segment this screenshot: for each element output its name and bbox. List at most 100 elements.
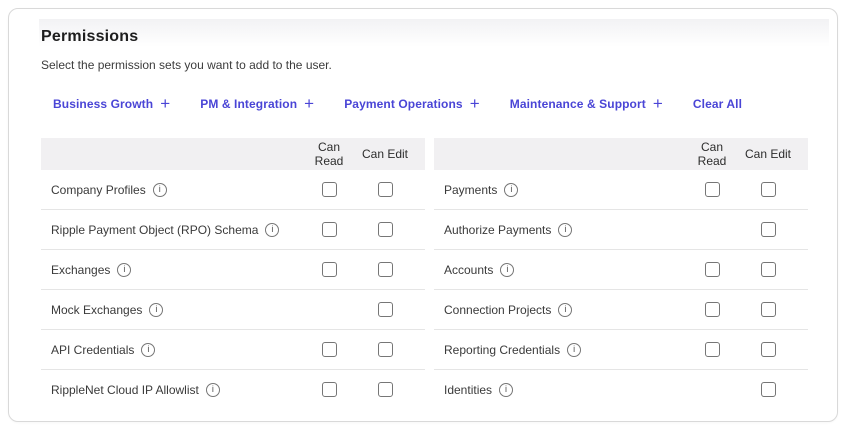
preset-button-pm-integration[interactable]: PM & Integration + [200,96,314,113]
permission-row: Connection Projects i [434,290,808,330]
can-read-checkbox[interactable] [322,222,337,237]
permissions-table-left: Can Read Can Edit Company Profiles i Rip… [41,138,425,409]
permission-label-cell: Connection Projects i [434,303,684,317]
permission-label-cell: Authorize Payments i [434,223,684,237]
clear-all-button[interactable]: Clear All [693,96,742,113]
permission-label-cell: Mock Exchanges i [41,303,301,317]
permission-row: Authorize Payments i [434,210,808,250]
permission-label-cell: Reporting Credentials i [434,343,684,357]
info-icon[interactable]: i [500,263,514,277]
can-edit-checkbox[interactable] [378,302,393,317]
can-edit-cell [740,262,796,277]
preset-button-label: PM & Integration [200,96,297,113]
preset-button-payment-operations[interactable]: Payment Operations + [344,96,480,113]
permission-label: Ripple Payment Object (RPO) Schema [51,223,258,237]
can-read-cell [684,342,740,357]
permission-label-cell: Payments i [434,183,684,197]
info-icon[interactable]: i [558,303,572,317]
can-read-checkbox[interactable] [322,182,337,197]
permission-label-cell: API Credentials i [41,343,301,357]
permission-label-cell: Exchanges i [41,263,301,277]
can-read-checkbox[interactable] [322,262,337,277]
can-edit-cell [357,302,413,317]
can-edit-checkbox[interactable] [761,182,776,197]
info-icon[interactable]: i [206,383,220,397]
can-edit-checkbox[interactable] [378,182,393,197]
can-edit-cell [740,382,796,397]
info-icon[interactable]: i [153,183,167,197]
can-read-cell [684,222,740,237]
can-edit-cell [740,302,796,317]
page-title: Permissions [41,29,837,45]
plus-icon: + [304,98,314,110]
preset-button-business-growth[interactable]: Business Growth + [53,96,170,113]
can-read-checkbox[interactable] [322,382,337,397]
can-read-cell [301,342,357,357]
info-icon[interactable]: i [141,343,155,357]
preset-button-label: Business Growth [53,96,153,113]
info-icon[interactable]: i [265,223,279,237]
permission-label: RippleNet Cloud IP Allowlist [51,383,199,397]
table-header: Can Read Can Edit [41,138,425,170]
can-edit-checkbox[interactable] [378,262,393,277]
can-read-cell [301,262,357,277]
can-edit-header: Can Edit [740,147,796,161]
table-rows: Company Profiles i Ripple Payment Object… [41,170,425,409]
can-read-cell [301,182,357,197]
can-read-checkbox[interactable] [322,342,337,357]
can-read-checkbox[interactable] [705,342,720,357]
can-edit-checkbox[interactable] [378,222,393,237]
can-read-checkbox[interactable] [705,262,720,277]
preset-button-maintenance-support[interactable]: Maintenance & Support + [510,96,663,113]
info-icon[interactable]: i [499,383,513,397]
can-edit-checkbox[interactable] [761,382,776,397]
can-read-checkbox[interactable] [705,302,720,317]
can-edit-cell [740,342,796,357]
can-edit-cell [357,262,413,277]
table-header: Can Read Can Edit [434,138,808,170]
permission-label: Exchanges [51,263,110,277]
can-edit-header: Can Edit [357,147,413,161]
can-edit-checkbox[interactable] [761,302,776,317]
permission-row: Mock Exchanges i [41,290,425,330]
can-read-cell [301,302,357,317]
can-edit-checkbox[interactable] [761,342,776,357]
plus-icon: + [470,98,480,110]
permission-label-cell: Identities i [434,383,684,397]
can-read-checkbox[interactable] [705,182,720,197]
can-read-cell [684,262,740,277]
can-edit-checkbox[interactable] [378,342,393,357]
info-icon[interactable]: i [504,183,518,197]
permission-row: Payments i [434,170,808,210]
permission-label: API Credentials [51,343,134,357]
can-edit-cell [740,182,796,197]
can-edit-checkbox[interactable] [761,222,776,237]
permission-label-cell: Company Profiles i [41,183,301,197]
preset-button-label: Payment Operations [344,96,463,113]
permission-label-cell: RippleNet Cloud IP Allowlist i [41,383,301,397]
can-edit-cell [357,222,413,237]
permission-row: Company Profiles i [41,170,425,210]
page-subtitle: Select the permission sets you want to a… [41,58,837,72]
permission-label: Identities [444,383,492,397]
info-icon[interactable]: i [149,303,163,317]
permission-row: Accounts i [434,250,808,290]
can-edit-cell [357,182,413,197]
can-edit-checkbox[interactable] [761,262,776,277]
can-read-cell [684,382,740,397]
permission-label-cell: Accounts i [434,263,684,277]
info-icon[interactable]: i [558,223,572,237]
permission-row: Reporting Credentials i [434,330,808,370]
permission-row: API Credentials i [41,330,425,370]
can-read-cell [301,382,357,397]
permission-row: Identities i [434,370,808,409]
info-icon[interactable]: i [567,343,581,357]
info-icon[interactable]: i [117,263,131,277]
permission-label: Mock Exchanges [51,303,142,317]
permissions-table-right: Can Read Can Edit Payments i Authorize P… [434,138,808,409]
can-edit-cell [357,342,413,357]
can-read-header: Can Read [301,140,357,168]
can-edit-checkbox[interactable] [378,382,393,397]
table-rows: Payments i Authorize Payments i Accounts… [434,170,808,409]
plus-icon: + [160,98,170,110]
